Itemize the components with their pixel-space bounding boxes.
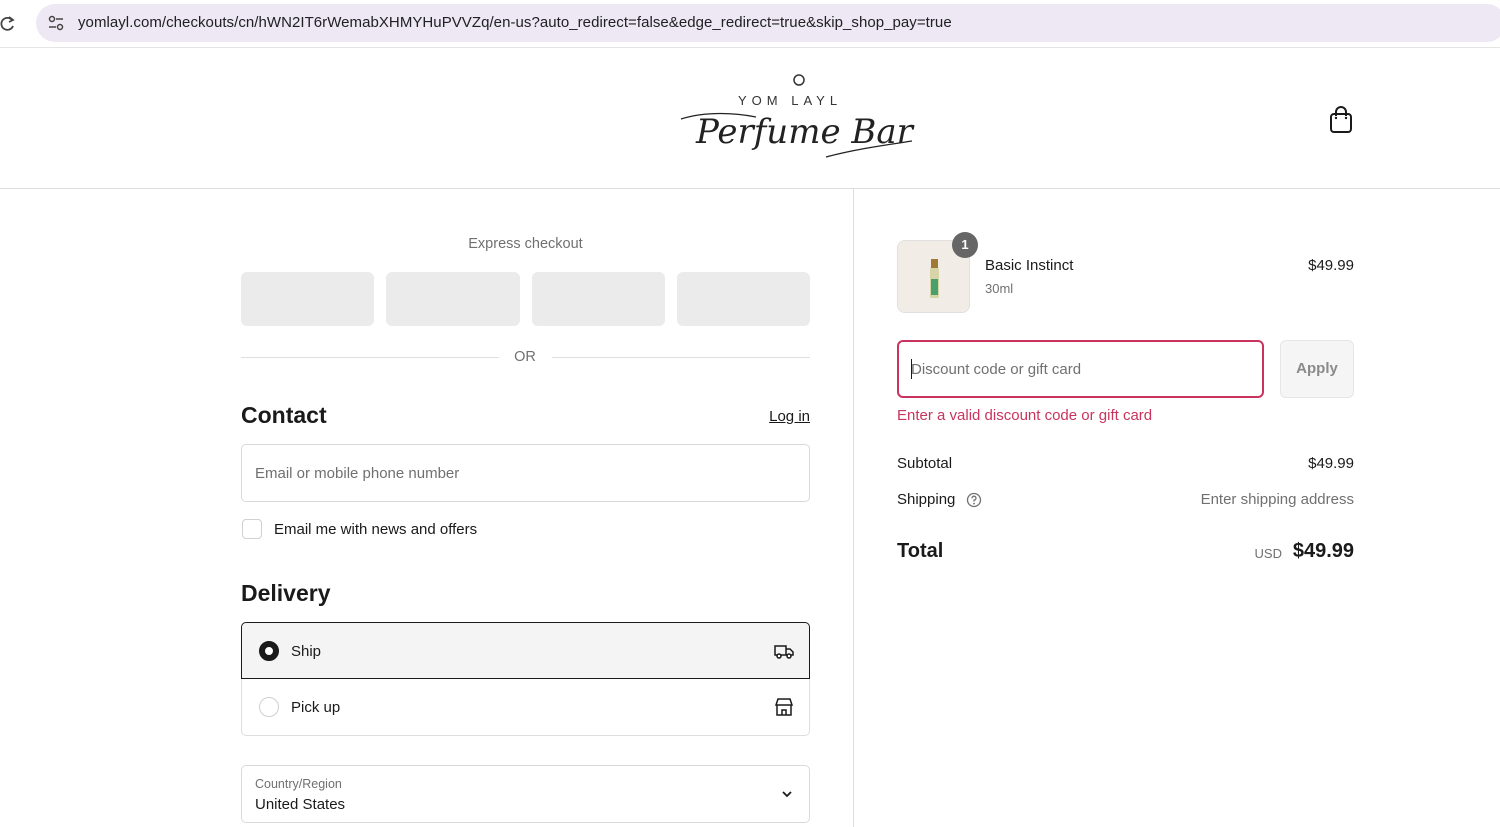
total-label: Total xyxy=(897,540,944,562)
newsletter-label[interactable]: Email me with news and offers xyxy=(274,521,477,538)
logo-script: Perfume Bar xyxy=(695,112,915,152)
discount-error-message: Enter a valid discount code or gift card xyxy=(897,407,1153,424)
email-field[interactable]: Email or mobile phone number xyxy=(241,444,810,502)
subtotal-label: Subtotal xyxy=(897,455,953,472)
logo-graphic: Perfume Bar xyxy=(680,74,915,158)
reload-icon[interactable] xyxy=(0,12,16,34)
express-pay-button-2[interactable] xyxy=(386,272,520,326)
truck-icon xyxy=(774,645,794,659)
pickup-label: Pick up xyxy=(291,699,341,716)
store-header: Perfume Bar YOM LAYL xyxy=(0,49,1500,189)
shipping-label: Shipping xyxy=(897,491,956,508)
login-link[interactable]: Log in xyxy=(740,408,810,425)
discount-placeholder: Discount code or gift card xyxy=(911,361,1082,378)
newsletter-checkbox[interactable] xyxy=(242,519,262,539)
express-pay-button-1[interactable] xyxy=(241,272,374,326)
product-variant: 30ml xyxy=(985,281,1014,296)
column-divider xyxy=(853,189,854,827)
store-logo[interactable]: Perfume Bar YOM LAYL xyxy=(676,71,920,167)
total-value: $49.99 xyxy=(1292,540,1354,562)
or-line-left xyxy=(241,357,499,358)
delivery-option-pickup[interactable]: Pick up xyxy=(241,679,810,736)
chevron-down-icon xyxy=(782,791,792,798)
or-line-right xyxy=(552,357,810,358)
contact-heading: Contact xyxy=(241,402,327,428)
store-icon xyxy=(774,698,794,716)
subtotal-value: $49.99 xyxy=(1308,455,1354,472)
ship-radio[interactable] xyxy=(259,641,279,661)
product-name: Basic Instinct xyxy=(985,257,1074,274)
help-icon[interactable] xyxy=(966,492,982,508)
pickup-radio[interactable] xyxy=(259,697,279,717)
address-bar[interactable]: yomlayl.com/checkouts/cn/hWN2IT6rWemabXH… xyxy=(36,4,1500,42)
email-placeholder: Email or mobile phone number xyxy=(255,465,460,482)
or-divider: OR xyxy=(241,348,810,368)
delivery-option-ship[interactable]: Ship xyxy=(241,622,810,679)
or-label: OR xyxy=(514,349,536,365)
discount-code-input[interactable]: Discount code or gift card xyxy=(897,340,1264,398)
shopping-bag-icon[interactable] xyxy=(1326,104,1356,136)
apply-discount-button[interactable]: Apply xyxy=(1280,340,1354,398)
browser-toolbar: yomlayl.com/checkouts/cn/hWN2IT6rWemabXH… xyxy=(0,0,1500,48)
express-pay-button-3[interactable] xyxy=(532,272,665,326)
url-text[interactable]: yomlayl.com/checkouts/cn/hWN2IT6rWemabXH… xyxy=(78,14,952,31)
product-price: $49.99 xyxy=(1308,257,1354,274)
logo-wordmark: YOM LAYL xyxy=(738,93,843,108)
text-caret xyxy=(911,359,912,379)
quantity-badge: 1 xyxy=(952,232,978,258)
country-label: Country/Region xyxy=(255,777,342,791)
delivery-heading: Delivery xyxy=(241,580,331,606)
express-checkout-title: Express checkout xyxy=(468,236,583,252)
country-value: United States xyxy=(255,796,346,813)
country-select[interactable]: Country/Region United States xyxy=(241,765,810,823)
site-settings-icon[interactable] xyxy=(46,13,66,33)
shipping-value: Enter shipping address xyxy=(1200,491,1354,508)
ship-label: Ship xyxy=(291,643,322,660)
express-pay-button-4[interactable] xyxy=(677,272,810,326)
